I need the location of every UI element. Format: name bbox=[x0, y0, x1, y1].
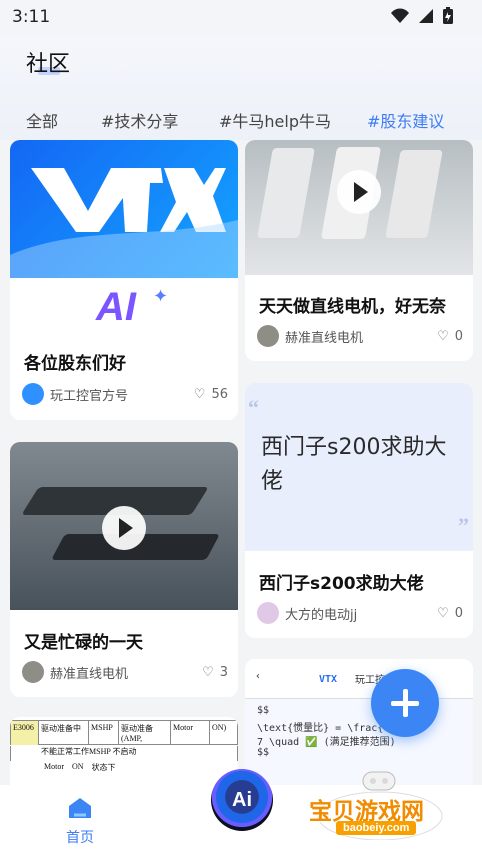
page-title: 社区 bbox=[26, 52, 71, 77]
heart-icon: ♡ bbox=[202, 664, 214, 680]
table-preview: E3006 驱动准备中 MSHP 驱动准备(AMP, Motor ON) 不能正… bbox=[10, 717, 238, 785]
status-bar: 3:11 bbox=[0, 0, 482, 34]
play-icon[interactable] bbox=[337, 170, 381, 214]
brand-icon: VTX bbox=[319, 674, 338, 685]
like-count[interactable]: ♡ 3 bbox=[202, 665, 228, 680]
like-count[interactable]: ♡ 0 bbox=[437, 329, 463, 344]
quote-icon: ” bbox=[458, 513, 469, 538]
home-tab[interactable]: 首页 bbox=[58, 795, 102, 847]
home-icon bbox=[69, 798, 91, 818]
avatar bbox=[257, 325, 279, 347]
table-row: 不能正常工作 MSHP 不启动 bbox=[10, 746, 238, 761]
play-icon[interactable] bbox=[102, 506, 146, 550]
tab-all[interactable]: 全部 bbox=[26, 108, 58, 132]
equipment-image bbox=[385, 150, 443, 238]
ai-logo: AI bbox=[96, 285, 136, 329]
tab-help[interactable]: #牛马help牛马 bbox=[219, 108, 331, 132]
battery-icon bbox=[443, 7, 453, 24]
brand-cover-image bbox=[10, 140, 238, 278]
table-cell: MSHP 不启动 bbox=[89, 747, 137, 756]
back-icon: ‹ bbox=[255, 671, 262, 682]
ai-assistant-button[interactable]: Ai bbox=[211, 769, 273, 831]
post-title: 又是忙碌的一天 bbox=[24, 633, 143, 653]
table-cell: Motor bbox=[171, 721, 210, 745]
post-meta: 赫准直线电机 ♡ 0 bbox=[257, 325, 463, 347]
post-meta: 大方的电动jj ♡ 0 bbox=[257, 602, 463, 624]
post-card-linear-motor[interactable]: 天天做直线电机，好无奈 赫准直线电机 ♡ 0 bbox=[245, 140, 473, 361]
avatar bbox=[257, 602, 279, 624]
table-cell: Motor bbox=[44, 762, 64, 771]
status-icons bbox=[390, 7, 454, 25]
table-cell: 驱动准备(AMP, bbox=[119, 721, 171, 745]
watermark-url: baobeiy.com bbox=[336, 821, 417, 835]
heart-icon: ♡ bbox=[437, 605, 449, 621]
table-cell: MSHP bbox=[89, 721, 119, 745]
author-name: 赫准直线电机 bbox=[50, 666, 129, 682]
tab-tech-share[interactable]: #技术分享 bbox=[101, 108, 178, 132]
community-header: 社区 全部 #技术分享 #牛马help牛马 #股东建议 bbox=[0, 34, 482, 140]
quote-icon: “ bbox=[248, 395, 259, 420]
table-cell: 驱动准备中 bbox=[39, 721, 89, 745]
cover-title: 西门子s200求助大佬 bbox=[261, 435, 447, 494]
table-row: E3006 驱动准备中 MSHP 驱动准备(AMP, Motor ON) bbox=[10, 720, 238, 745]
like-count[interactable]: ♡ 0 bbox=[437, 606, 463, 621]
likes-value: 3 bbox=[219, 664, 228, 680]
like-count[interactable]: ♡ 56 bbox=[194, 387, 228, 402]
author-name: 玩工控官方号 bbox=[50, 388, 129, 404]
avatar bbox=[22, 661, 44, 683]
table-cell bbox=[149, 746, 238, 761]
post-title: 天天做直线电机，好无奈 bbox=[259, 297, 446, 317]
app-preview: ‹ VTX 玩工控AI $$ \text{惯量比} = \frac{0.0003… bbox=[245, 659, 473, 785]
video-thumbnail bbox=[245, 140, 473, 275]
table-cell: 状态下 bbox=[91, 763, 116, 772]
table-cell: ON) bbox=[212, 723, 227, 732]
post-title: 西门子s200求助大佬 bbox=[259, 574, 424, 594]
equipment-image bbox=[257, 148, 315, 238]
avatar bbox=[22, 383, 44, 405]
heart-icon: ♡ bbox=[437, 328, 449, 344]
status-time: 3:11 bbox=[12, 7, 51, 27]
post-card-shareholders[interactable]: AI ✦ 各位股东们好 玩工控官方号 ♡ 56 bbox=[10, 140, 238, 420]
post-card-formula-preview[interactable]: ‹ VTX 玩工控AI $$ \text{惯量比} = \frac{0.0003… bbox=[245, 659, 473, 785]
formula-line: $$ bbox=[257, 747, 270, 758]
table-cell: ON bbox=[72, 762, 84, 771]
post-meta: 玩工控官方号 ♡ 56 bbox=[22, 383, 228, 405]
post-card-siemens-help[interactable]: “ 西门子s200求助大佬 ” 西门子s200求助大佬 大方的电动jj ♡ 0 bbox=[245, 383, 473, 638]
sparkle-icon: ✦ bbox=[153, 286, 169, 307]
author-name: 赫准直线电机 bbox=[285, 330, 364, 346]
tab-shareholder-advice[interactable]: #股东建议 bbox=[367, 108, 444, 132]
table-row: Motor ON 状态下 bbox=[10, 762, 238, 774]
vtx-logo-icon bbox=[10, 168, 238, 278]
signal-icon bbox=[419, 9, 433, 23]
post-meta: 赫准直线电机 ♡ 3 bbox=[22, 661, 228, 683]
likes-value: 56 bbox=[211, 386, 228, 402]
formula-line: 7 \quad ✅ (满足推荐范围) bbox=[257, 737, 396, 748]
author-name: 大方的电动jj bbox=[285, 607, 358, 623]
create-post-button[interactable] bbox=[371, 669, 439, 737]
post-title: 各位股东们好 bbox=[24, 354, 126, 374]
table-cell: E3006 bbox=[11, 721, 39, 745]
heart-icon: ♡ bbox=[193, 386, 206, 402]
video-thumbnail bbox=[10, 442, 238, 610]
post-card-busy-day[interactable]: 又是忙碌的一天 赫准直线电机 ♡ 3 bbox=[10, 442, 238, 697]
table-cell: 不能正常工作 bbox=[41, 747, 89, 756]
home-label: 首页 bbox=[66, 830, 94, 846]
likes-value: 0 bbox=[454, 328, 463, 344]
watermark-logo: 宝贝游戏网 baobeiy.com bbox=[305, 768, 455, 841]
topic-tabs: 全部 #技术分享 #牛马help牛马 #股东建议 bbox=[0, 108, 482, 138]
likes-value: 0 bbox=[454, 605, 463, 621]
text-cover: “ 西门子s200求助大佬 ” bbox=[245, 383, 473, 551]
wifi-icon bbox=[391, 8, 409, 23]
app-preview-header: ‹ VTX 玩工控AI bbox=[245, 659, 473, 699]
post-card-table-preview[interactable]: E3006 驱动准备中 MSHP 驱动准备(AMP, Motor ON) 不能正… bbox=[10, 717, 238, 785]
formula-line: $$ bbox=[257, 705, 270, 716]
